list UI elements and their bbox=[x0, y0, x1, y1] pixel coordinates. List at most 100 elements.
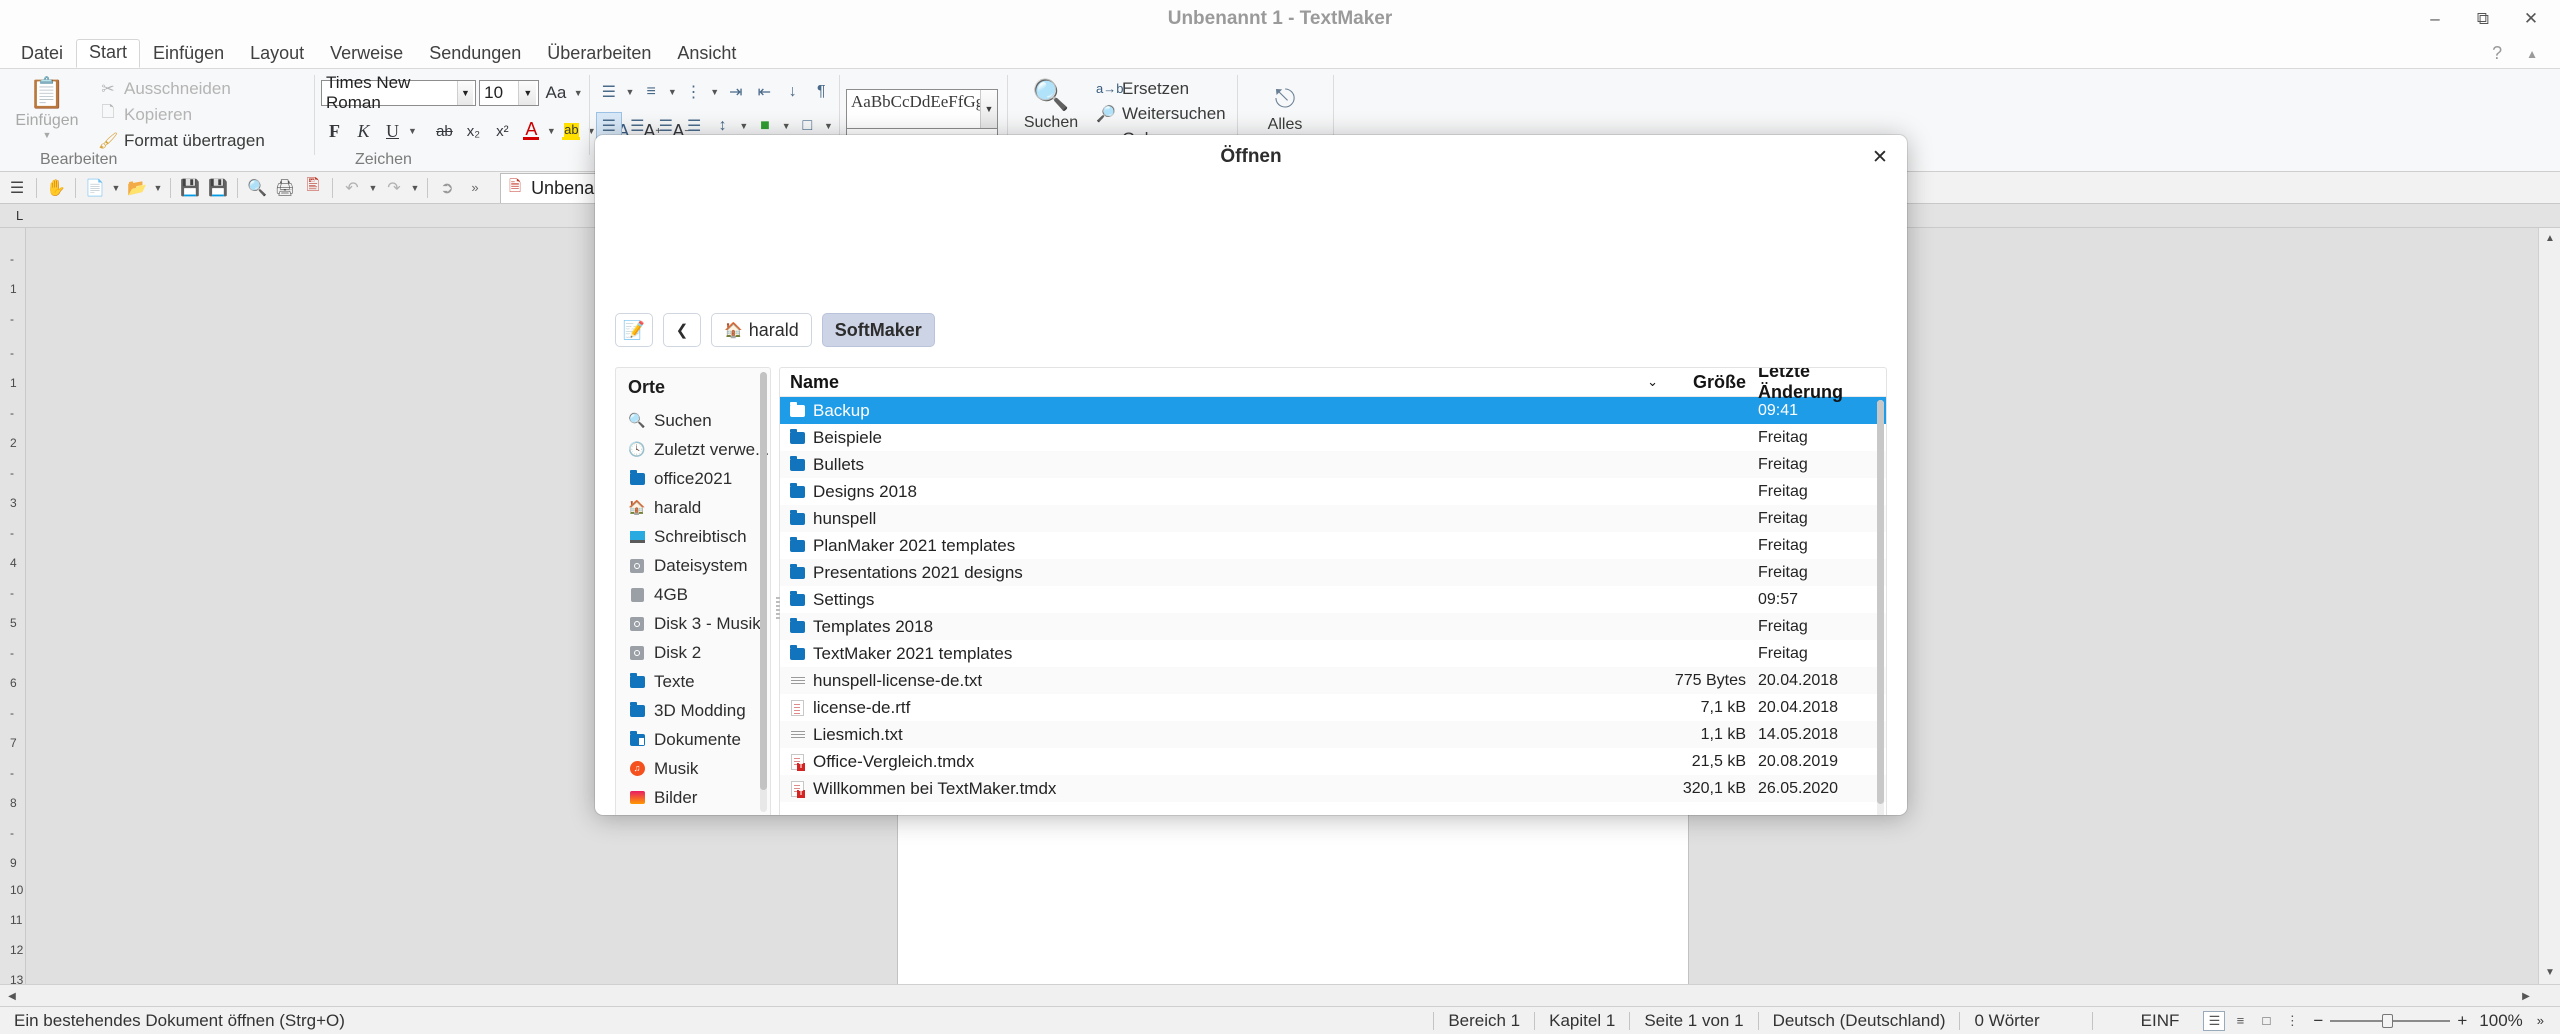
zoom-level[interactable]: 100% bbox=[2467, 1007, 2536, 1035]
chevron-down-icon[interactable]: ▼ bbox=[408, 126, 417, 136]
table-row[interactable]: Beispiele Freitag bbox=[780, 424, 1886, 451]
place-item-musik[interactable]: ♫ Musik bbox=[616, 754, 770, 783]
table-row[interactable]: Templates 2018 Freitag bbox=[780, 613, 1886, 640]
restore-icon[interactable]: ⧉ bbox=[2472, 8, 2494, 30]
menu-icon[interactable]: ☰ bbox=[4, 175, 30, 201]
table-row[interactable]: Liesmich.txt 1,1 kB 14.05.2018 bbox=[780, 721, 1886, 748]
redo-icon[interactable]: ↷ bbox=[381, 175, 407, 201]
chevron-down-icon[interactable]: ▼ bbox=[709, 87, 720, 97]
chevron-left-icon[interactable]: ❮ bbox=[663, 313, 701, 347]
save-icon[interactable]: 💾 bbox=[177, 175, 203, 201]
vertical-ruler[interactable]: - 1 - - 1 - 2 - 3 - 4 - 5 - 6 - 7 - 8 - … bbox=[0, 228, 26, 1006]
font-color-button[interactable]: A bbox=[518, 116, 545, 146]
normal-view-icon[interactable]: ≡ bbox=[2229, 1011, 2251, 1031]
bullet-list-icon[interactable]: ☰ bbox=[596, 78, 621, 106]
tab-stop-selector[interactable]: L bbox=[16, 208, 23, 223]
table-row[interactable]: Presentations 2021 designs Freitag bbox=[780, 559, 1886, 586]
scroll-up-icon[interactable]: ▲ bbox=[2540, 228, 2560, 248]
overflow-icon[interactable]: » bbox=[462, 175, 488, 201]
vertical-scrollbar[interactable]: ▲ ▼ bbox=[2538, 228, 2560, 1006]
place-item-office2021[interactable]: office2021 bbox=[616, 464, 770, 493]
zoom-slider[interactable]: − + bbox=[2313, 1011, 2467, 1031]
subscript-button[interactable]: x₂ bbox=[460, 116, 487, 146]
table-row[interactable]: Bullets Freitag bbox=[780, 451, 1886, 478]
menu-item-einfuegen[interactable]: Einfügen bbox=[140, 40, 237, 68]
page-view-icon[interactable]: ☰ bbox=[2203, 1010, 2226, 1031]
menu-item-start[interactable]: Start bbox=[76, 39, 141, 68]
indent-increase-icon[interactable]: ⇥ bbox=[723, 78, 748, 106]
menu-item-verweise[interactable]: Verweise bbox=[317, 40, 416, 68]
chevron-down-icon[interactable]: ▼ bbox=[547, 126, 556, 136]
minimize-icon[interactable]: – bbox=[2424, 8, 2446, 30]
zoom-in-button[interactable]: + bbox=[2457, 1011, 2467, 1031]
replace-button[interactable]: a→b Ersetzen bbox=[1096, 76, 1226, 101]
place-item-schreibtisch[interactable]: Schreibtisch bbox=[616, 522, 770, 551]
find-next-button[interactable]: 🔎 Weitersuchen bbox=[1096, 101, 1226, 126]
file-list-scrollbar-thumb[interactable] bbox=[1877, 400, 1884, 804]
status-insert-mode[interactable]: EINF bbox=[2093, 1007, 2194, 1035]
place-item-bilder[interactable]: Bilder bbox=[616, 783, 770, 812]
menu-item-ansicht[interactable]: Ansicht bbox=[664, 40, 749, 68]
chevron-down-icon[interactable]: ▼ bbox=[738, 121, 749, 131]
cut-button[interactable]: ✂ Ausschneiden bbox=[98, 76, 265, 101]
chevron-down-icon[interactable]: ▼ bbox=[823, 121, 834, 131]
edit-location-icon[interactable]: 📝 bbox=[615, 313, 653, 347]
chevron-right-icon[interactable]: » bbox=[2537, 1007, 2560, 1035]
place-item-zuletzt-verwendet[interactable]: 🕓 Zuletzt verwe... bbox=[616, 435, 770, 464]
numbered-list-icon[interactable]: ≡ bbox=[638, 78, 663, 106]
font-size-combo[interactable]: 10 ▼ bbox=[479, 80, 540, 106]
menu-item-layout[interactable]: Layout bbox=[237, 40, 317, 68]
scroll-left-icon[interactable]: ◀ bbox=[2, 986, 22, 1006]
menu-item-sendungen[interactable]: Sendungen bbox=[416, 40, 534, 68]
new-document-icon[interactable]: 📄 bbox=[82, 175, 108, 201]
select-all-button[interactable]: ⎋ Alles bbox=[1244, 78, 1326, 134]
chevron-down-icon[interactable]: ▼ bbox=[110, 183, 122, 193]
copy-button[interactable]: 🗋 Kopieren bbox=[98, 102, 265, 127]
chevron-down-icon[interactable]: ▼ bbox=[572, 88, 584, 98]
superscript-button[interactable]: x² bbox=[489, 116, 516, 146]
menu-item-datei[interactable]: Datei bbox=[8, 40, 76, 68]
chevron-down-icon[interactable]: ▼ bbox=[152, 183, 164, 193]
italic-button[interactable]: K bbox=[350, 116, 377, 146]
multilevel-list-icon[interactable]: ⋮ bbox=[681, 78, 706, 106]
highlight-button[interactable]: ab bbox=[558, 116, 585, 146]
pilcrow-icon[interactable]: ¶ bbox=[809, 78, 834, 106]
table-row[interactable]: hunspell Freitag bbox=[780, 505, 1886, 532]
table-row[interactable]: Designs 2018 Freitag bbox=[780, 478, 1886, 505]
place-item-3d-modding[interactable]: 3D Modding bbox=[616, 696, 770, 725]
chevron-up-icon[interactable]: ▲ bbox=[2526, 47, 2538, 61]
reading-view-icon[interactable]: □ bbox=[2255, 1011, 2277, 1031]
place-item-dateisystem[interactable]: Dateisystem bbox=[616, 551, 770, 580]
indent-decrease-icon[interactable]: ⇤ bbox=[752, 78, 777, 106]
menu-item-ueberarbeiten[interactable]: Überarbeiten bbox=[534, 40, 664, 68]
chevron-down-icon[interactable]: ▼ bbox=[624, 87, 635, 97]
zoom-out-button[interactable]: − bbox=[2313, 1011, 2323, 1031]
sort-az-icon[interactable]: ↓ bbox=[780, 78, 805, 106]
print-preview-icon[interactable]: 🔍 bbox=[244, 175, 270, 201]
place-item-dokumente[interactable]: Dokumente bbox=[616, 725, 770, 754]
print-icon[interactable]: 🖨 bbox=[272, 175, 298, 201]
hand-icon[interactable]: ✋ bbox=[43, 175, 69, 201]
table-row[interactable]: TextMaker 2021 templates Freitag bbox=[780, 640, 1886, 667]
status-language[interactable]: Deutsch (Deutschland) bbox=[1759, 1007, 1960, 1035]
table-row[interactable]: T Willkommen bei TextMaker.tmdx 320,1 kB… bbox=[780, 775, 1886, 802]
column-header-modified[interactable]: Letzte Änderung bbox=[1746, 368, 1886, 403]
undo-icon[interactable]: ↶ bbox=[339, 175, 365, 201]
chevron-down-icon[interactable]: ▼ bbox=[667, 87, 678, 97]
zoom-knob[interactable] bbox=[2382, 1013, 2394, 1028]
export-pdf-icon[interactable]: 🖺 bbox=[300, 175, 326, 201]
change-case-button[interactable]: Aa bbox=[542, 78, 569, 108]
underline-button[interactable]: U bbox=[379, 116, 406, 146]
breadcrumb-harald[interactable]: 🏠 harald bbox=[711, 313, 812, 347]
style-preview[interactable]: AaBbCcDdEeFfGgHhIiJj ▼ bbox=[846, 88, 998, 129]
place-item-harald[interactable]: 🏠 harald bbox=[616, 493, 770, 522]
paste-button[interactable]: 📋 Einfügen ▼ bbox=[6, 74, 88, 153]
pane-resize-handle[interactable] bbox=[776, 597, 780, 619]
chevron-down-icon[interactable]: ▼ bbox=[980, 89, 997, 128]
scroll-right-icon[interactable]: ▶ bbox=[2516, 986, 2536, 1006]
outline-view-icon[interactable]: ⋮ bbox=[2281, 1011, 2303, 1031]
bold-button[interactable]: F bbox=[321, 116, 348, 146]
table-row[interactable]: hunspell-license-de.txt 775 Bytes 20.04.… bbox=[780, 667, 1886, 694]
save-as-icon[interactable]: 💾 bbox=[205, 175, 231, 201]
table-row[interactable]: T Office-Vergleich.tmdx 21,5 kB 20.08.20… bbox=[780, 748, 1886, 775]
